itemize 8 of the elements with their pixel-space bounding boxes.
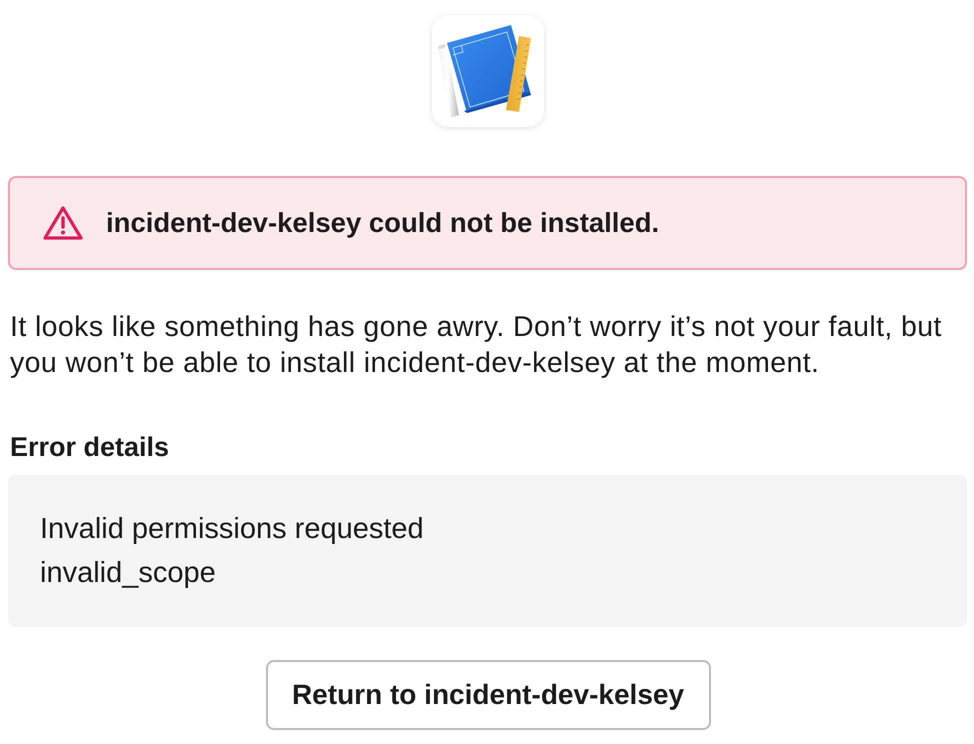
alert-message: incident-dev-kelsey could not be installed.: [106, 207, 660, 239]
warning-icon: [42, 205, 84, 241]
error-detail-line: invalid_scope: [40, 556, 216, 591]
book-ruler-icon: [432, 15, 544, 127]
error-detail-line: Invalid permissions requested: [40, 512, 424, 547]
error-details-heading: Error details: [10, 431, 170, 464]
return-button[interactable]: Return to incident-dev-kelsey: [266, 660, 710, 730]
description-text: It looks like something has gone awry. Don’t worry it’s not your fault, but you won’t be able to install incident-dev-kelsey at the moment.: [10, 310, 943, 381]
